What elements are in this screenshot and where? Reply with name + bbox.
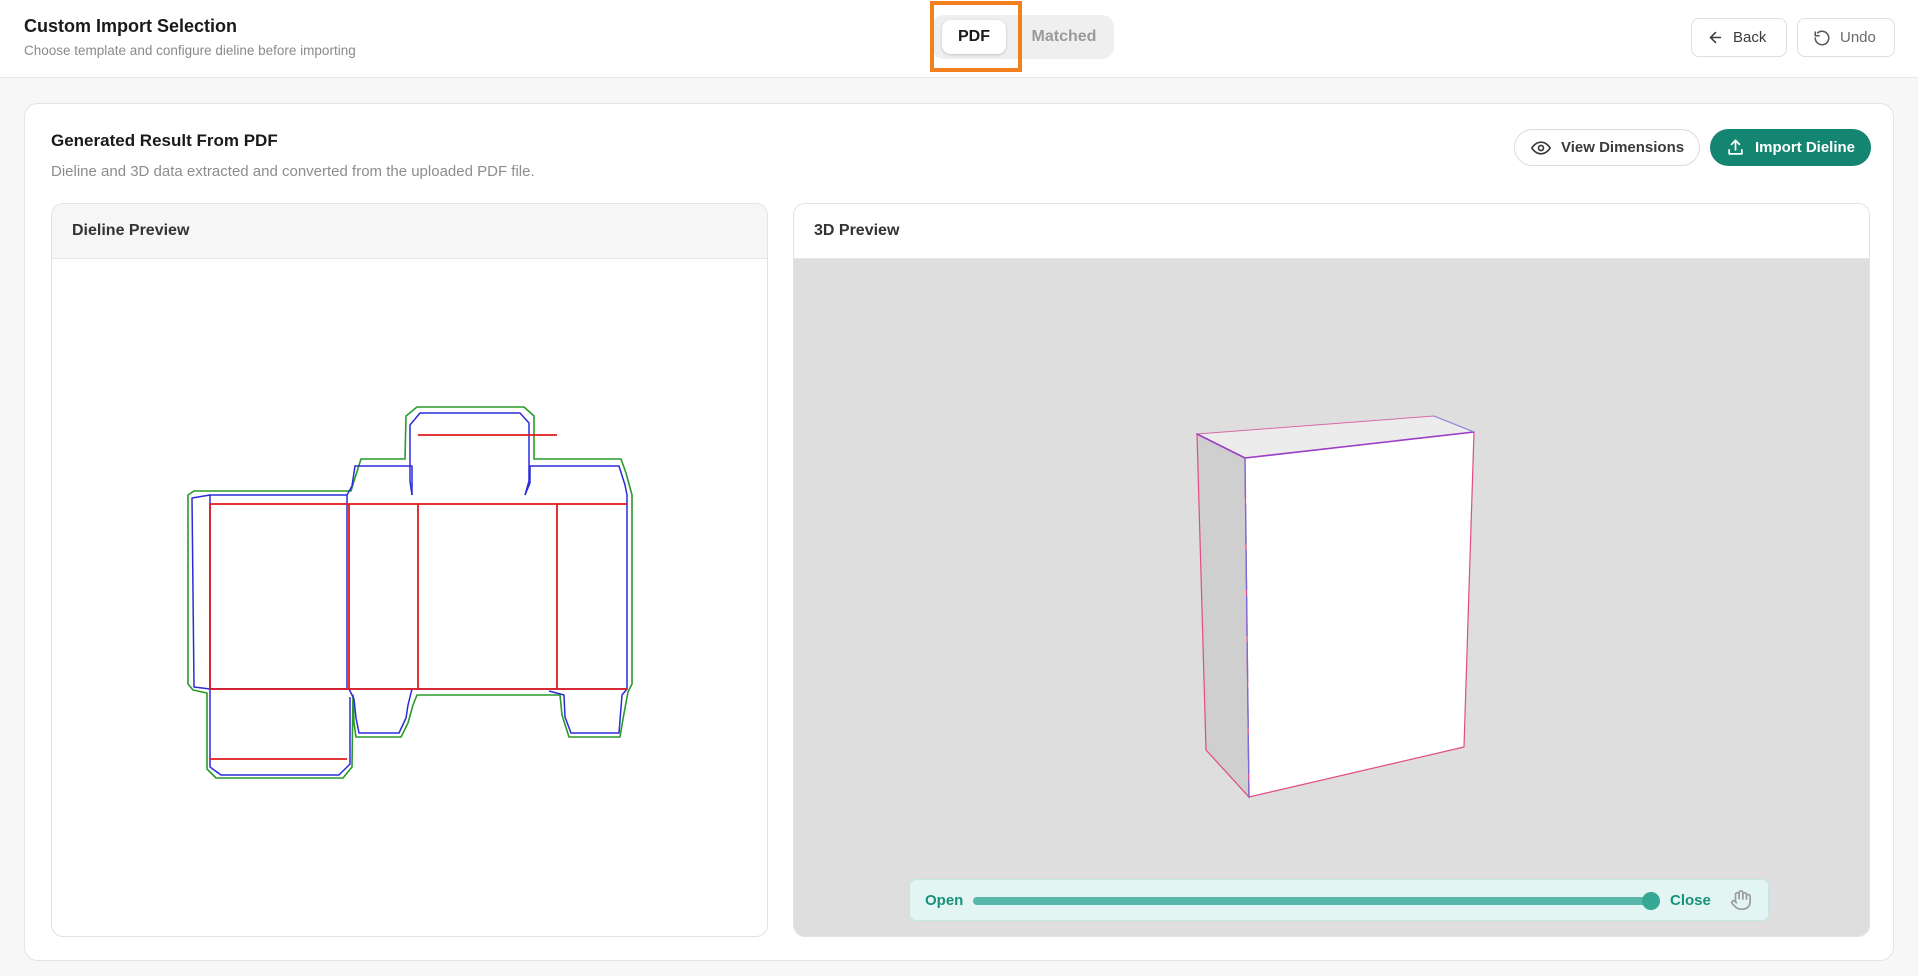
page-title: Custom Import Selection	[24, 16, 238, 36]
result-card: Generated Result From PDF Dieline and 3D…	[24, 103, 1894, 961]
view-dimensions-button[interactable]: View Dimensions	[1514, 129, 1700, 166]
undo-icon	[1814, 30, 1830, 45]
undo-button-label: Undo	[1840, 29, 1876, 46]
box-left-face	[1196, 433, 1250, 799]
page-subtitle: Choose template and configure dieline be…	[24, 43, 356, 58]
hand-icon[interactable]	[1730, 889, 1752, 911]
tab-matched[interactable]: Matched	[1022, 20, 1106, 54]
eye-icon	[1531, 140, 1551, 155]
top-header: Custom Import Selection Choose template …	[0, 0, 1918, 78]
arrow-left-icon	[1709, 31, 1722, 44]
fold-slider: Open Close	[909, 879, 1769, 921]
dieline-drawing	[187, 406, 633, 779]
slider-close-label: Close	[1670, 892, 1711, 909]
back-button[interactable]: Back	[1691, 18, 1787, 57]
undo-button[interactable]: Undo	[1797, 18, 1895, 57]
upload-icon	[1728, 139, 1743, 155]
back-button-label: Back	[1733, 29, 1767, 46]
view-dimensions-label: View Dimensions	[1561, 139, 1685, 156]
import-dieline-label: Import Dieline	[1755, 139, 1856, 156]
3d-box-model	[1195, 415, 1475, 799]
3d-preview-title: 3D Preview	[794, 204, 1869, 259]
3d-viewport[interactable]: Open Close	[794, 259, 1869, 936]
dieline-preview-title: Dieline Preview	[52, 204, 767, 259]
3d-preview-panel: 3D Preview Open Close	[793, 203, 1870, 937]
fold-slider-track[interactable]	[973, 897, 1658, 905]
box-front-face	[1244, 431, 1475, 798]
tab-pdf[interactable]: PDF	[942, 20, 1006, 54]
card-subtitle: Dieline and 3D data extracted and conver…	[51, 163, 535, 180]
source-toggle: PDF Matched	[932, 15, 1114, 59]
card-title: Generated Result From PDF	[51, 131, 278, 150]
slider-open-label: Open	[925, 892, 964, 909]
dieline-preview-panel: Dieline Preview	[51, 203, 768, 937]
import-dieline-button[interactable]: Import Dieline	[1710, 129, 1871, 166]
cut-lines	[191, 412, 628, 776]
fold-slider-thumb[interactable]	[1642, 892, 1660, 910]
dieline-canvas[interactable]	[52, 259, 767, 936]
